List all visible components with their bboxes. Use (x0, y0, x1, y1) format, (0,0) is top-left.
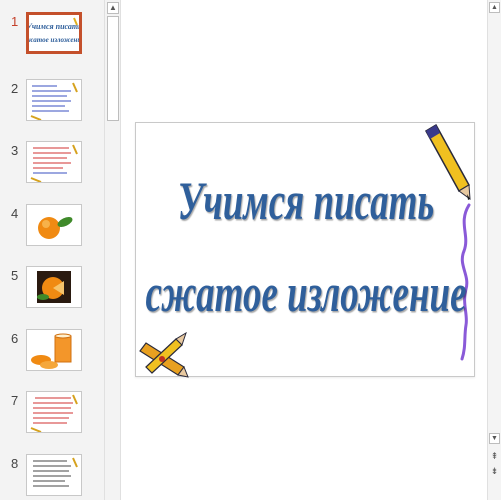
slide-preview[interactable] (26, 329, 82, 371)
slide-number: 1 (11, 14, 19, 29)
slide-preview[interactable] (26, 79, 82, 121)
slide-number: 4 (11, 206, 19, 221)
slide-thumbnail-8[interactable]: 8 (0, 454, 104, 500)
slide-number: 7 (11, 393, 19, 408)
svg-text:сжатое изложение: сжатое изложение (29, 36, 79, 44)
slide-canvas[interactable]: Учимся писать сжатое изложение (135, 122, 476, 378)
slide-number: 2 (11, 81, 19, 96)
slide-thumbnail-5[interactable]: 5 (0, 266, 104, 312)
double-chevron-down-icon[interactable]: ⇟ (489, 466, 500, 477)
slide-number: 8 (11, 456, 19, 471)
slide-number: 5 (11, 268, 19, 283)
slide-preview[interactable]: Учимся писать сжатое изложение (26, 12, 82, 54)
slide-number: 6 (11, 331, 19, 346)
scrollbar-thumb[interactable] (107, 16, 119, 121)
slide-thumbnail-6[interactable]: 6 (0, 329, 104, 375)
slide-editor-area: Учимся писать сжатое изложение (121, 0, 487, 500)
slide-preview[interactable] (26, 391, 82, 433)
slide-preview[interactable] (26, 454, 82, 496)
slide-thumbnail-4[interactable]: 4 (0, 204, 104, 250)
thumbnail-scrollbar[interactable]: ▲ (104, 0, 121, 500)
slide-title-line-2[interactable]: сжатое изложение (136, 263, 476, 325)
slide-thumbnail-3[interactable]: 3 (0, 141, 104, 187)
slide-thumbnail-2[interactable]: 2 (0, 79, 104, 125)
slide-preview[interactable] (26, 141, 82, 183)
crossed-pencils-clipart-icon (139, 331, 189, 378)
svg-text:Учимся писать: Учимся писать (29, 22, 79, 31)
slide-preview[interactable] (26, 204, 82, 246)
double-chevron-up-icon[interactable]: ⇞ (489, 451, 500, 462)
slide-title-line-1[interactable]: Учимся писать (136, 171, 476, 233)
slide-artwork (139, 123, 471, 378)
chevron-up-icon[interactable]: ▲ (107, 2, 119, 14)
chevron-down-icon[interactable]: ▼ (489, 433, 500, 444)
slide-preview[interactable] (26, 266, 82, 308)
editor-scrollbar[interactable]: ▲ ▼ ⇞ ⇟ (487, 0, 501, 500)
chevron-up-icon[interactable]: ▲ (489, 2, 500, 13)
slide-thumbnail-7[interactable]: 7 (0, 391, 104, 437)
slide-thumbnail-1[interactable]: 1 Учимся писать сжатое изложение (0, 12, 104, 58)
slide-number: 3 (11, 143, 19, 158)
slide-thumbnail-panel: 1 Учимся писать сжатое изложение 2 3 (0, 0, 104, 500)
